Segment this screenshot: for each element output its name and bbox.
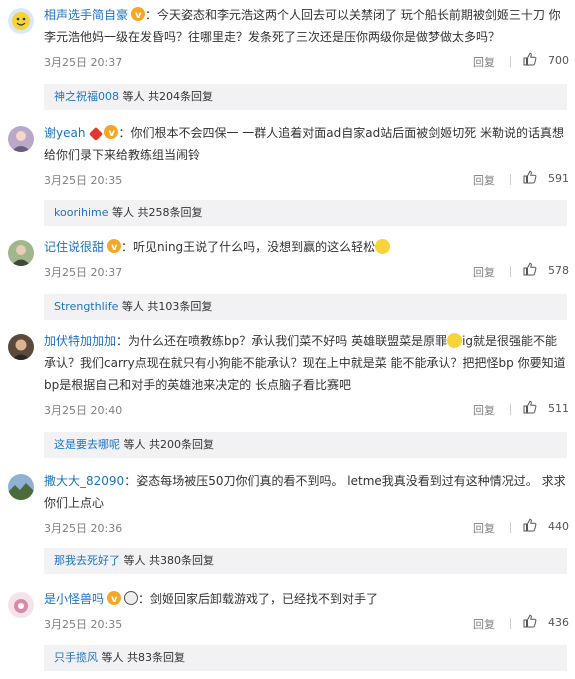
tongue-smile-emoji-icon (375, 239, 391, 254)
comment-text: 相声选手简自豪：今天姿态和李元浩这两个人回去可以关禁闭了 玩个船长前期被剑姬三十… (44, 4, 569, 48)
avatar[interactable] (8, 474, 34, 500)
thumbs-up-icon[interactable] (523, 614, 537, 628)
timestamp: 3月25日 20:37 (44, 266, 123, 279)
comment-text: 谢yeah：你们根本不会四保一 一群人追着对面ad自家ad站后面被剑姬切死 米勒… (44, 122, 569, 166)
thumbs-up-icon[interactable] (523, 400, 537, 414)
panda-badge-icon (124, 591, 139, 605)
reply-summary[interactable]: koorihime 等人 共258条回复 (44, 200, 567, 226)
like-count: 591 (548, 172, 569, 185)
reply-summary[interactable]: Strengthlife 等人 共103条回复 (44, 294, 567, 320)
reply-button[interactable]: 回复 (473, 402, 495, 418)
reply-button[interactable]: 回复 (473, 54, 495, 70)
reply-count-text[interactable]: 等人 共204条回复 (123, 90, 214, 103)
avatar[interactable] (8, 592, 34, 618)
like-count: 511 (548, 402, 569, 415)
reply-user-link[interactable]: 神之祝福008 (54, 90, 119, 103)
comment-meta: 3月25日 20:40 回复 511 (44, 400, 569, 420)
reply-user-link[interactable]: Strengthlife (54, 300, 118, 313)
comment-meta: 3月25日 20:35 回复 436 (44, 614, 569, 634)
reply-summary[interactable]: 只手揽风 等人 共83条回复 (44, 645, 567, 671)
divider (510, 404, 511, 415)
vip-badge-icon (131, 5, 146, 27)
reply-user-link[interactable]: 这是要去哪呢 (54, 438, 120, 451)
comment-meta: 3月25日 20:37 回复 700 (44, 52, 569, 72)
reply-button[interactable]: 回复 (473, 172, 495, 188)
divider (510, 266, 511, 277)
avatar[interactable] (8, 8, 34, 34)
reply-count-text[interactable]: 等人 共83条回复 (102, 651, 186, 664)
reply-summary[interactable]: 神之祝福008 等人 共204条回复 (44, 84, 567, 110)
divider (510, 618, 511, 629)
reply-user-link[interactable]: 只手揽风 (54, 651, 98, 664)
reply-button[interactable]: 回复 (473, 520, 495, 536)
comment-meta: 3月25日 20:36 回复 440 (44, 518, 569, 538)
user-photo-avatar-icon (8, 592, 34, 618)
timestamp: 3月25日 20:35 (44, 618, 123, 631)
comment-list: 相声选手简自豪：今天姿态和李元浩这两个人回去可以关禁闭了 玩个船长前期被剑姬三十… (0, 0, 575, 679)
timestamp: 3月25日 20:35 (44, 174, 123, 187)
thumbs-up-icon[interactable] (523, 52, 537, 66)
user-photo-avatar-icon (8, 334, 34, 360)
thumbs-up-icon[interactable] (523, 262, 537, 276)
vip-badge-icon (107, 237, 122, 259)
timestamp: 3月25日 20:40 (44, 404, 123, 417)
timestamp: 3月25日 20:36 (44, 522, 123, 535)
divider (510, 174, 511, 185)
reply-count-text[interactable]: 等人 共380条回复 (124, 554, 215, 567)
divider (510, 522, 511, 533)
reply-button[interactable]: 回复 (473, 264, 495, 280)
like-count: 436 (548, 616, 569, 629)
reply-summary[interactable]: 那我去死好了 等人 共380条回复 (44, 548, 567, 574)
member-badge-icon (89, 126, 104, 142)
avatar[interactable] (8, 240, 34, 266)
comment-text: 是小怪兽吗：剑姬回家后卸载游戏了，已经找不到对手了 (44, 588, 569, 611)
landscape-avatar-icon (8, 474, 34, 500)
avatar[interactable] (8, 334, 34, 360)
like-count: 440 (548, 520, 569, 533)
divider (510, 56, 511, 67)
comment-text: 记住说很甜：听见ning王说了什么吗，没想到赢的这么轻松 (44, 236, 569, 259)
reply-user-link[interactable]: 那我去死好了 (54, 554, 120, 567)
comment-meta: 3月25日 20:35 回复 591 (44, 170, 569, 190)
like-count: 700 (548, 54, 569, 67)
username-link[interactable]: 记住说很甜 (44, 240, 104, 254)
username-link[interactable]: 撒大大_82090 (44, 474, 124, 488)
vip-badge-icon (107, 589, 122, 611)
like-count: 578 (548, 264, 569, 277)
vip-badge-icon (104, 123, 119, 145)
avatar[interactable] (8, 126, 34, 152)
thumbs-up-icon[interactable] (523, 170, 537, 184)
thumbs-up-icon[interactable] (523, 518, 537, 532)
comment-meta: 3月25日 20:37 回复 578 (44, 262, 569, 282)
reply-user-link[interactable]: koorihime (54, 206, 109, 219)
comment-text: 撒大大_82090：姿态每场被压50刀你们真的看不到吗。 letme我真没看到过… (44, 474, 566, 510)
timestamp: 3月25日 20:37 (44, 56, 123, 69)
user-photo-avatar-icon (8, 240, 34, 266)
smiley-avatar-icon (8, 8, 34, 34)
reply-count-text[interactable]: 等人 共200条回复 (124, 438, 215, 451)
username-link[interactable]: 加伏特加加加 (44, 334, 116, 348)
user-photo-avatar-icon (8, 126, 34, 152)
username-link[interactable]: 谢yeah (44, 126, 85, 140)
smile-emoji-icon (447, 333, 463, 348)
reply-button[interactable]: 回复 (473, 616, 495, 632)
username-link[interactable]: 是小怪兽吗 (44, 592, 104, 606)
username-link[interactable]: 相声选手简自豪 (44, 8, 128, 22)
reply-count-text[interactable]: 等人 共103条回复 (122, 300, 213, 313)
reply-summary[interactable]: 这是要去哪呢 等人 共200条回复 (44, 432, 567, 458)
reply-count-text[interactable]: 等人 共258条回复 (112, 206, 203, 219)
comment-text: 加伏特加加加：为什么还在喷教练bp？承认我们菜不好吗 英雄联盟菜是原罪 ig就是很… (44, 333, 566, 392)
